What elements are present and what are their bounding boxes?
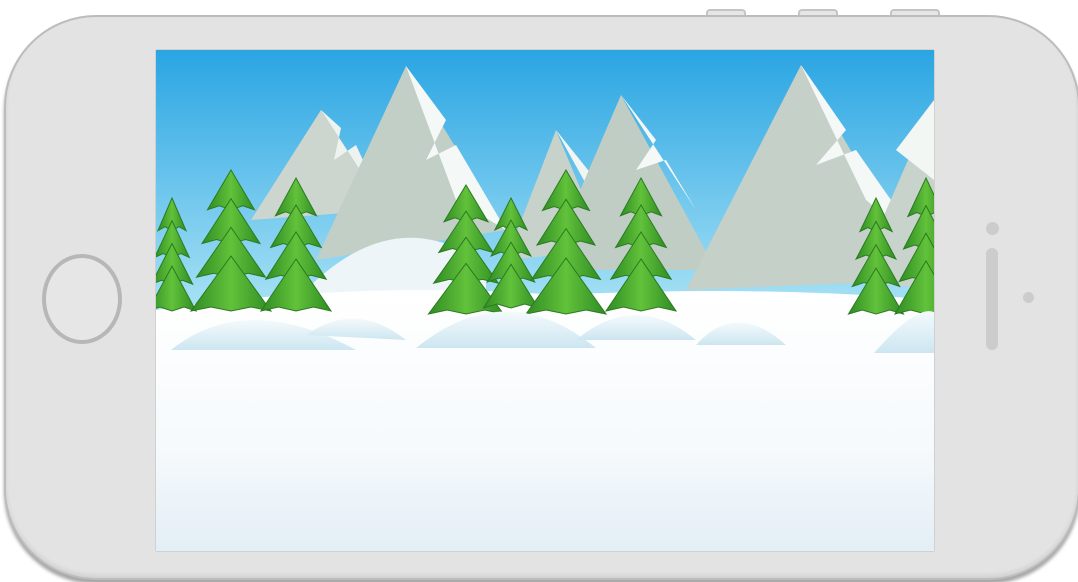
camera-icon xyxy=(1023,292,1034,303)
device-frame xyxy=(0,0,1078,582)
winter-scene xyxy=(156,50,934,551)
proximity-sensor-icon xyxy=(986,222,999,235)
game-screen[interactable] xyxy=(156,50,934,551)
speaker-grille xyxy=(986,248,998,350)
home-button[interactable] xyxy=(42,254,122,344)
